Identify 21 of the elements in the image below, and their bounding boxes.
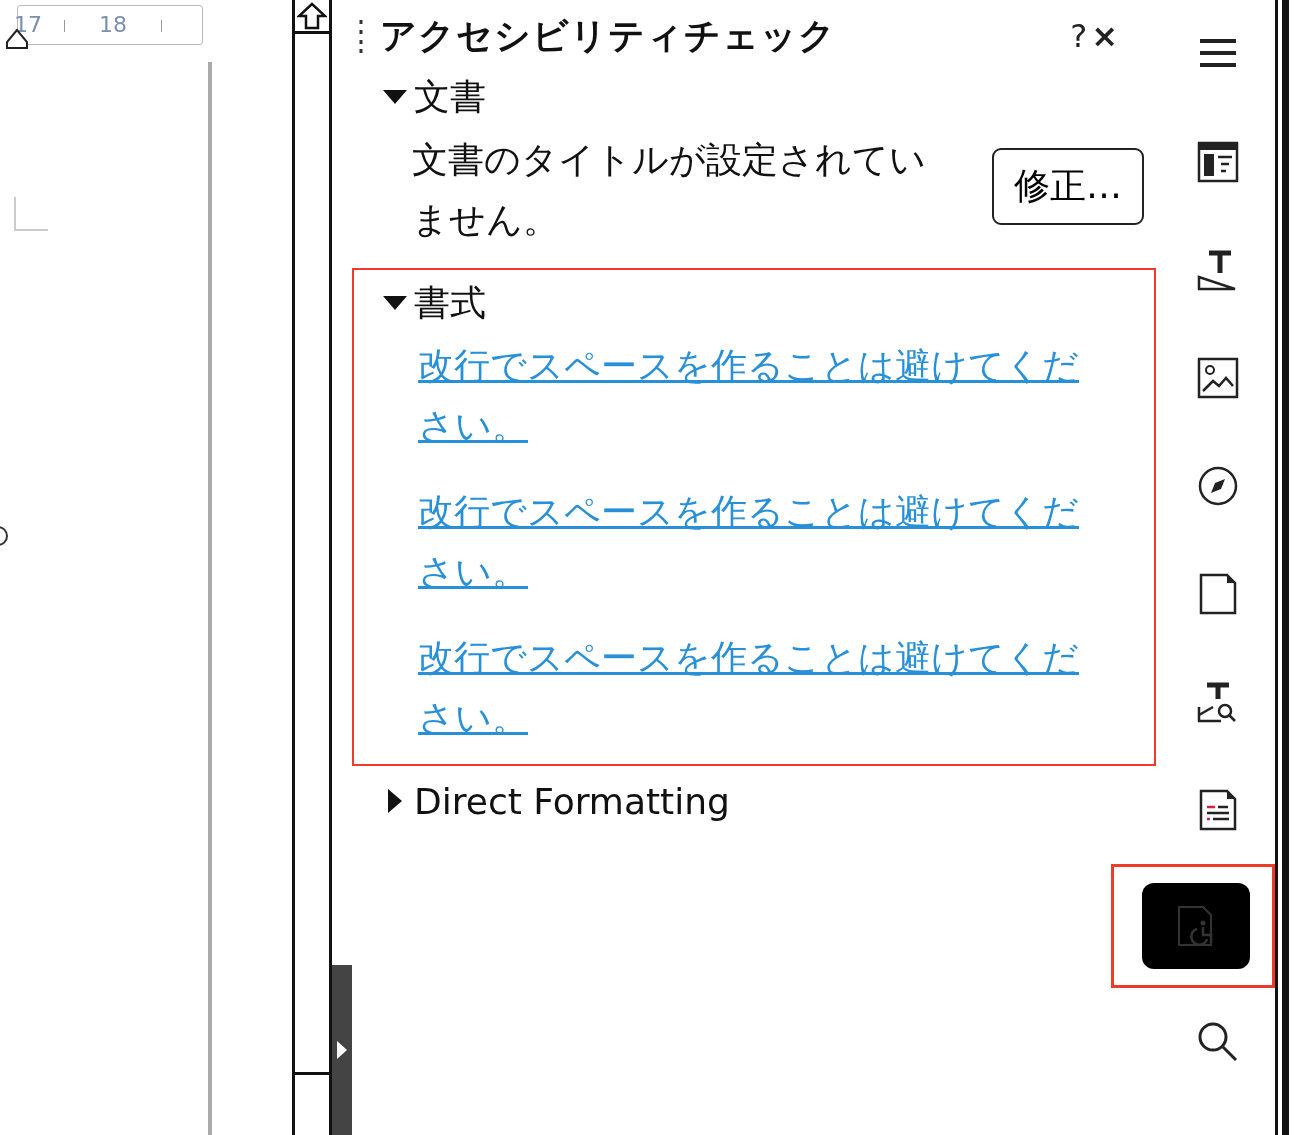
ruler-label: 17 (14, 12, 42, 37)
compass-icon (1196, 465, 1239, 507)
help-button[interactable]: ? (1068, 17, 1090, 55)
corner-mark (14, 197, 48, 231)
section-header[interactable]: 文書 (354, 68, 486, 126)
sidebar-toggle[interactable] (332, 965, 352, 1135)
close-button[interactable]: × (1089, 17, 1120, 55)
grip-icon[interactable] (358, 18, 364, 54)
ruler-label: 18 (99, 12, 127, 37)
section-header[interactable]: 書式 (354, 274, 486, 332)
up-arrow-icon (297, 1, 327, 30)
section-header[interactable]: Direct Formatting (354, 772, 730, 830)
sidebar-tab[interactable] (1141, 883, 1250, 969)
image-icon (1196, 357, 1239, 399)
expand-icon (336, 1040, 348, 1060)
search-icon (1196, 1021, 1239, 1063)
scroll-up-button[interactable] (295, 0, 329, 34)
issue-text: 文書のタイトルが設定されていません。 (412, 138, 927, 242)
fix-button[interactable]: 修正… (992, 148, 1144, 225)
panel-layout-icon (1196, 141, 1239, 183)
panel-title: アクセシビリティチェック (380, 13, 837, 58)
